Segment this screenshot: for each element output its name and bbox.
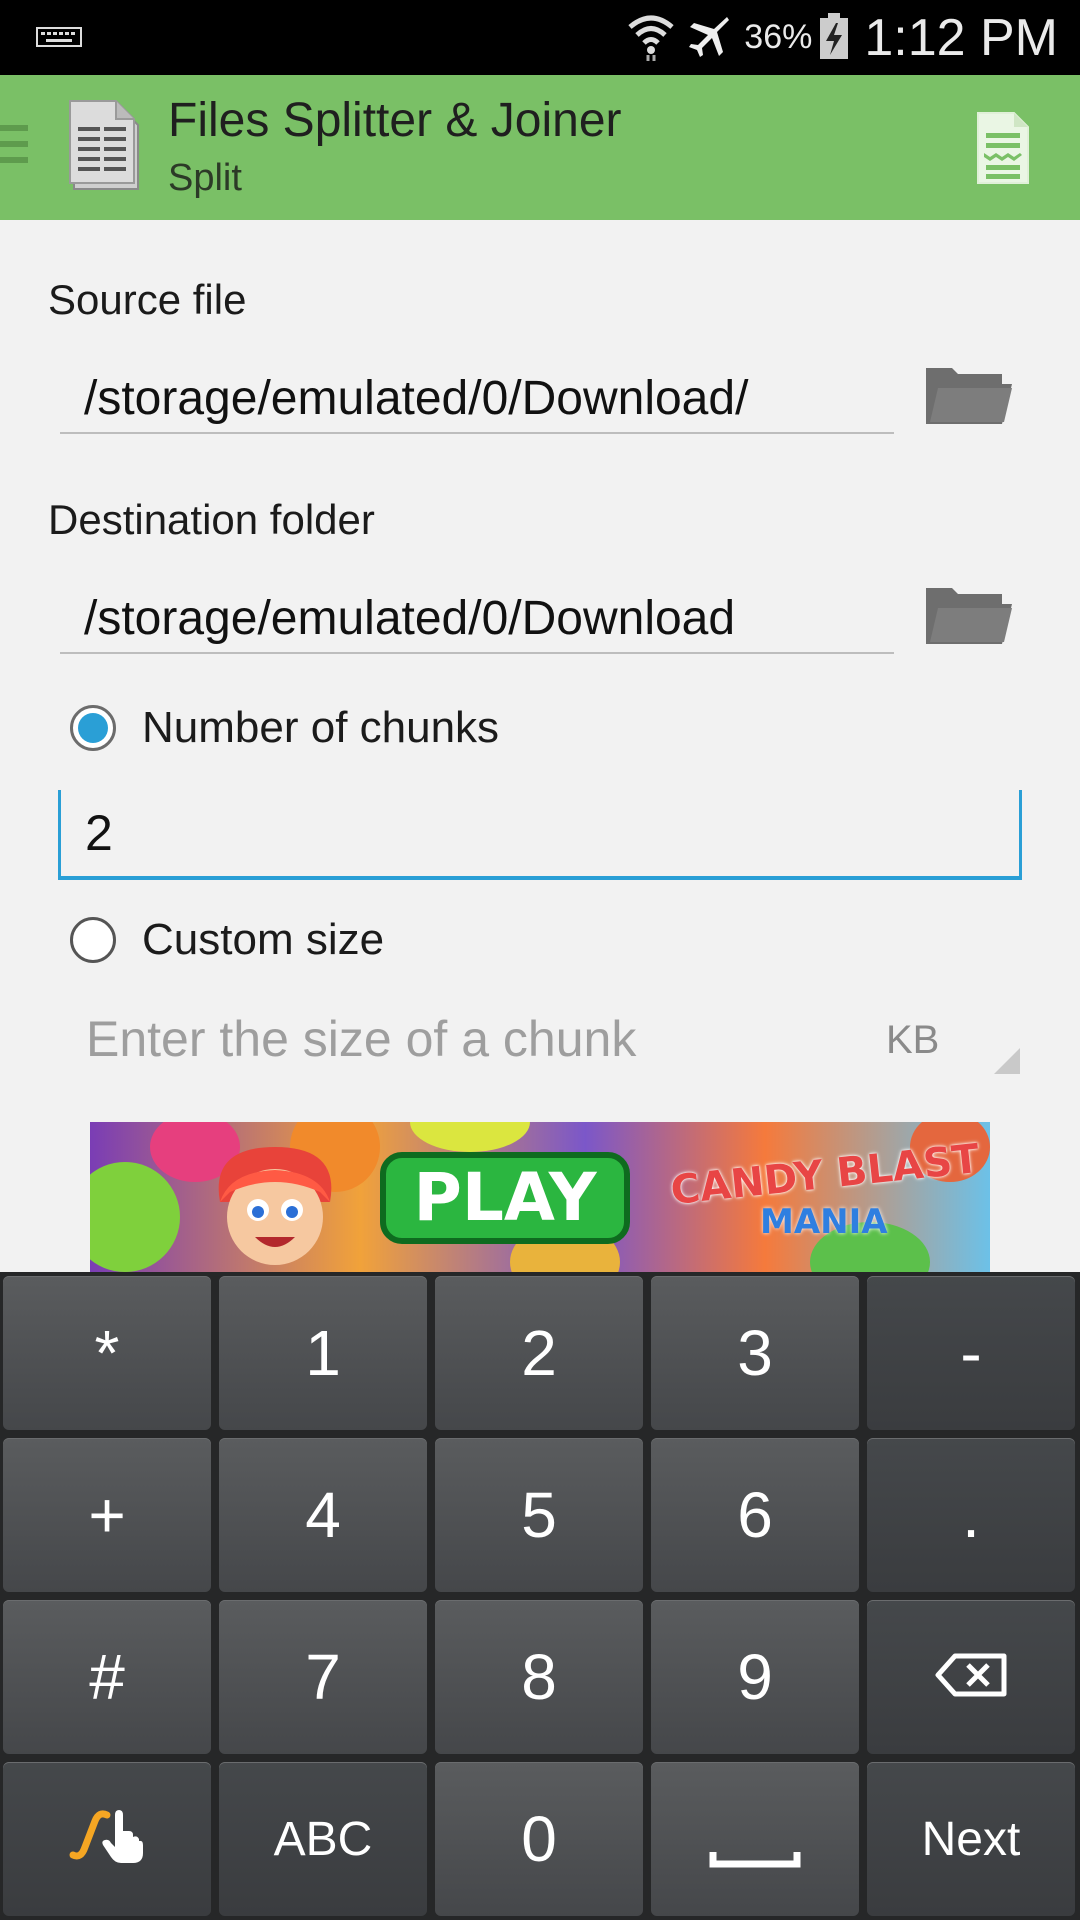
source-file-label: Source file bbox=[48, 276, 247, 323]
key-3[interactable]: 3 bbox=[651, 1276, 859, 1430]
swype-icon bbox=[67, 1807, 147, 1872]
clock: 1:12 PM bbox=[864, 8, 1058, 67]
screen-subtitle: Split bbox=[168, 157, 242, 199]
chunks-count-input[interactable]: 2 bbox=[58, 790, 1022, 880]
key-8[interactable]: 8 bbox=[435, 1600, 643, 1754]
key-1[interactable]: 1 bbox=[219, 1276, 427, 1430]
numeric-keyboard: * 1 2 3 - + 4 5 6 . # 7 8 9 ABC 0 Next bbox=[0, 1272, 1080, 1920]
battery-percent: 36% bbox=[744, 18, 813, 56]
key-abc[interactable]: ABC bbox=[219, 1762, 427, 1916]
key-2[interactable]: 2 bbox=[435, 1276, 643, 1430]
number-of-chunks-label: Number of chunks bbox=[142, 703, 500, 752]
key-period[interactable]: . bbox=[867, 1438, 1075, 1592]
space-bar-icon bbox=[709, 1802, 801, 1877]
key-7[interactable]: 7 bbox=[219, 1600, 427, 1754]
key-4[interactable]: 4 bbox=[219, 1438, 427, 1592]
destination-folder-field[interactable]: /storage/emulated/0/Download bbox=[60, 584, 894, 654]
chunks-count-value: 2 bbox=[85, 805, 113, 861]
ad-character-image bbox=[200, 1142, 350, 1272]
join-files-icon[interactable] bbox=[976, 111, 1030, 189]
backspace-icon bbox=[935, 1653, 1007, 1702]
number-of-chunks-option[interactable]: Number of chunks bbox=[70, 702, 499, 754]
destination-browse-folder-icon[interactable] bbox=[924, 582, 1014, 650]
key-next[interactable]: Next bbox=[867, 1762, 1075, 1916]
source-browse-folder-icon[interactable] bbox=[924, 362, 1014, 430]
key-swype[interactable] bbox=[3, 1762, 211, 1916]
key-minus[interactable]: - bbox=[867, 1276, 1075, 1430]
custom-size-option[interactable]: Custom size bbox=[70, 914, 384, 966]
key-hash[interactable]: # bbox=[3, 1600, 211, 1754]
destination-folder-label: Destination folder bbox=[48, 496, 375, 543]
app-title: Files Splitter & Joiner bbox=[168, 94, 622, 147]
app-logo-icon bbox=[68, 97, 144, 197]
key-5[interactable]: 5 bbox=[435, 1438, 643, 1592]
source-file-field[interactable]: /storage/emulated/0/Download/ bbox=[60, 364, 894, 434]
keyboard-icon bbox=[36, 24, 82, 52]
key-6[interactable]: 6 bbox=[651, 1438, 859, 1592]
status-bar: 36% 1:12 PM bbox=[0, 0, 1080, 75]
key-asterisk[interactable]: * bbox=[3, 1276, 211, 1430]
battery-charging-icon bbox=[818, 11, 850, 65]
drawer-menu-icon[interactable] bbox=[0, 125, 30, 173]
key-0[interactable]: 0 bbox=[435, 1762, 643, 1916]
key-plus[interactable]: + bbox=[3, 1438, 211, 1592]
dropdown-caret-icon bbox=[994, 1048, 1020, 1074]
size-unit-select[interactable]: KB bbox=[886, 1018, 939, 1063]
chunk-size-input[interactable]: Enter the size of a chunk bbox=[86, 1010, 636, 1068]
custom-size-label: Custom size bbox=[142, 915, 385, 964]
key-space[interactable] bbox=[651, 1762, 859, 1916]
wifi-icon bbox=[626, 11, 676, 65]
ad-banner[interactable]: PLAY CANDY BLAST MANIA bbox=[90, 1122, 990, 1272]
custom-size-radio[interactable] bbox=[70, 917, 116, 963]
ad-brand-subtitle: MANIA bbox=[760, 1202, 888, 1242]
number-of-chunks-radio[interactable] bbox=[70, 705, 116, 751]
key-9[interactable]: 9 bbox=[651, 1600, 859, 1754]
airplane-mode-icon bbox=[684, 11, 734, 65]
ad-play-button[interactable]: PLAY bbox=[380, 1152, 630, 1244]
key-backspace[interactable] bbox=[867, 1600, 1075, 1754]
action-bar: Files Splitter & Joiner Split bbox=[0, 75, 1080, 220]
